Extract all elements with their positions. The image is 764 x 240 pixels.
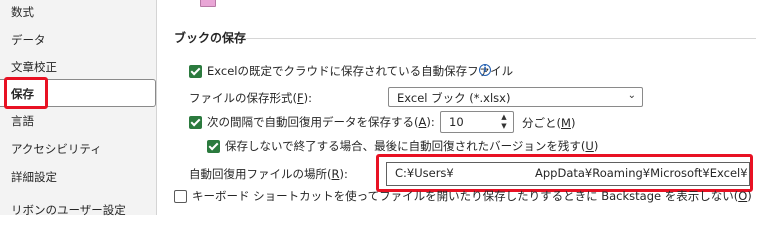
section-divider [246,38,756,39]
options-sidebar: 数式 データ 文章校正 保存 言語 アクセシビリティ 詳細設定 リボンのユーザー… [0,0,157,217]
backstage-shortcut-checkbox[interactable] [174,190,187,203]
sidebar-item-proofing[interactable]: 文章校正 [0,53,156,81]
spin-down-icon[interactable]: ▼ [499,122,509,130]
spin-up-icon[interactable]: ▲ [499,113,509,121]
location-label: 自動回復用ファイルの場所(R): [189,167,348,181]
sidebar-item-language[interactable]: 言語 [0,107,156,135]
info-icon[interactable]: i [479,64,491,76]
interval-value: 10 [449,115,464,129]
autorecover-location-input[interactable]: C:¥Users¥ AppData¥Roaming¥Microsoft¥Exce… [386,162,750,186]
keep-last-version-label: 保存しないで終了する場合、最後に自動回復されたバージョンを残す(U) [225,139,599,153]
location-value-start: C:¥Users¥ [395,166,454,180]
format-label: ファイルの保存形式(F): [189,91,312,105]
sidebar-item-save[interactable]: 保存 [0,79,156,107]
autorecover-label: 次の間隔で自動回復用データを保存する(A): [207,115,435,129]
sidebar-item-data[interactable]: データ [0,26,156,54]
interval-unit: 分ごと(M) [522,116,576,130]
sidebar-item-accessibility[interactable]: アクセシビリティ [0,135,156,163]
sidebar-item-advanced[interactable]: 詳細設定 [0,163,156,191]
section-title: ブックの保存 [174,31,247,45]
sidebar-item-formulas[interactable]: 数式 [0,0,156,26]
chevron-down-icon: ⌄ [627,90,636,101]
file-format-value: Excel ブック (*.xlsx) [397,91,511,105]
save-icon-partial [200,0,216,7]
autosave-checkbox[interactable] [189,65,202,78]
autosave-label: Excelの既定でクラウドに保存されている自動保存ファイル [207,64,514,78]
autorecover-checkbox[interactable] [189,116,202,129]
keep-last-version-checkbox[interactable] [207,140,220,153]
backstage-shortcut-label: キーボード ショートカットを使ってファイルを開いたり保存したりするときに Bac… [192,189,752,203]
sidebar-item-customize-ribbon[interactable]: リボンのユーザー設定 [0,196,156,224]
file-format-select[interactable]: Excel ブック (*.xlsx) ⌄ [388,87,643,107]
interval-spinner[interactable]: 10 ▲ ▼ [440,111,514,133]
location-value-end: AppData¥Roaming¥Microsoft¥Excel¥ [535,166,748,180]
